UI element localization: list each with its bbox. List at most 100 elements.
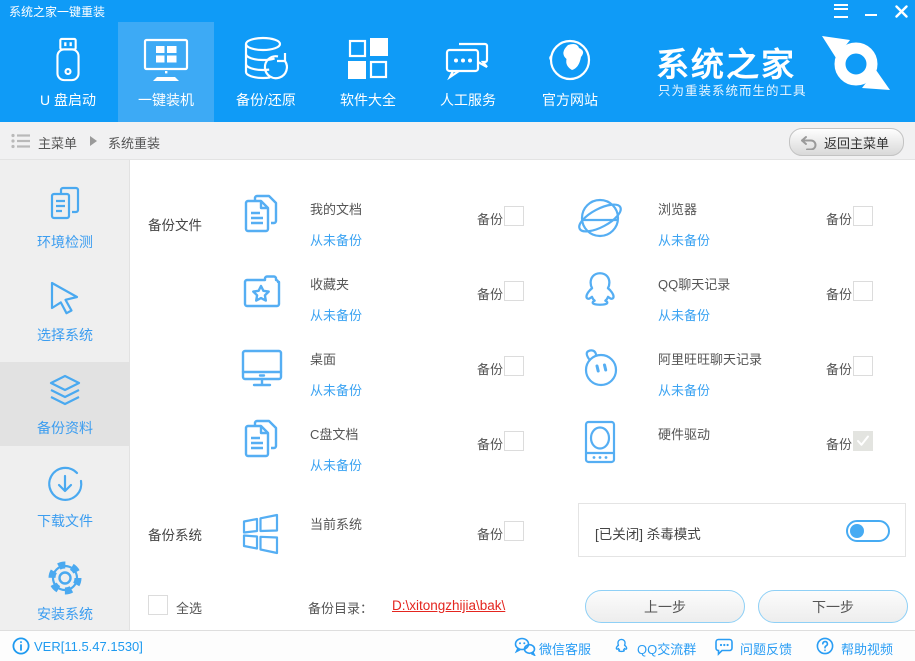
download-icon	[0, 461, 130, 509]
list-icon	[10, 132, 32, 150]
item-status[interactable]: 从未备份	[658, 380, 710, 399]
backup-dir-link[interactable]: D:\xitongzhijia\bak\	[392, 598, 505, 613]
browser-ie-icon	[574, 192, 626, 244]
window-title: 系统之家一键重装	[9, 3, 105, 20]
tab-human-service[interactable]: 人工服务	[420, 22, 516, 122]
backup-label: 备份	[477, 284, 503, 303]
backup-label: 备份	[477, 434, 503, 453]
item-status[interactable]: 从未备份	[658, 305, 710, 324]
backup-checkbox-c-drive[interactable]	[504, 431, 524, 451]
backup-label: 备份	[826, 284, 852, 303]
wangwang-icon	[574, 342, 626, 394]
documents-icon	[236, 192, 288, 244]
prev-step-button[interactable]: 上一步	[585, 590, 745, 623]
feedback-bubble-icon	[714, 638, 734, 656]
logo-swoosh-icon	[806, 28, 906, 98]
select-all-label: 全选	[176, 598, 202, 617]
menu-icon[interactable]	[833, 3, 849, 19]
version-text: VER[11.5.47.1530]	[34, 639, 143, 654]
sidebar-item-label: 选择系统	[0, 325, 130, 345]
desktop-monitor-icon	[236, 342, 288, 394]
footer-link-wechat-service[interactable]: 微信客服	[539, 639, 591, 658]
item-status[interactable]: 从未备份	[658, 230, 710, 249]
item-status[interactable]: 从未备份	[310, 230, 362, 249]
backup-files-section-label: 备份文件	[148, 214, 202, 234]
toggle-knob	[850, 524, 864, 538]
cursor-icon	[0, 275, 130, 323]
qq-penguin-icon	[574, 267, 626, 319]
item-title: C盘文档	[310, 424, 358, 443]
breadcrumb-current: 系统重装	[108, 133, 160, 152]
backup-checkbox-favorites[interactable]	[504, 281, 524, 301]
item-status[interactable]: 从未备份	[310, 455, 362, 474]
sidebar-item-label: 备份资料	[0, 418, 130, 438]
tab-software-collection[interactable]: 软件大全	[320, 22, 416, 122]
backup-label: 备份	[477, 359, 503, 378]
breadcrumb-root[interactable]: 主菜单	[38, 133, 77, 152]
back-button-label: 返回主菜单	[824, 133, 889, 152]
c-drive-docs-icon	[236, 417, 288, 469]
backup-checkbox-my-documents[interactable]	[504, 206, 524, 226]
item-title: 我的文档	[310, 199, 362, 218]
sidebar-item-label: 环境检测	[0, 232, 130, 252]
chevron-right-icon	[90, 136, 98, 146]
tab-label: 人工服务	[420, 90, 516, 110]
select-all-checkbox[interactable]	[148, 595, 168, 615]
software-squares-icon	[320, 32, 416, 88]
tab-one-click-install[interactable]: 一键装机	[118, 22, 214, 122]
footer-link-feedback[interactable]: 问题反馈	[740, 639, 792, 658]
item-status[interactable]: 从未备份	[310, 305, 362, 324]
minimize-icon[interactable]	[863, 3, 879, 19]
item-title: 阿里旺旺聊天记录	[658, 349, 762, 368]
sidebar-item-label: 下载文件	[0, 511, 130, 531]
item-title: 收藏夹	[310, 274, 349, 293]
tab-official-website[interactable]: 官方网站	[522, 22, 618, 122]
layers-icon	[0, 368, 130, 416]
breadcrumb: 主菜单 系统重装 返回主菜单	[0, 122, 915, 160]
item-title: 硬件驱动	[658, 424, 710, 443]
sidebar-item-select-system[interactable]: 选择系统	[0, 269, 130, 353]
backup-checkbox-current-system[interactable]	[504, 521, 524, 541]
qq-icon	[612, 637, 631, 657]
backup-checkbox-hardware-drivers[interactable]	[853, 431, 873, 451]
backup-checkbox-browser[interactable]	[853, 206, 873, 226]
favorites-folder-icon	[236, 267, 288, 319]
sidebar-item-label: 安装系统	[0, 604, 130, 624]
backup-checkbox-wangwang[interactable]	[853, 356, 873, 376]
tab-label: 官方网站	[522, 90, 618, 110]
logo-title: 系统之家	[656, 38, 796, 86]
titlebar: 系统之家一键重装	[0, 0, 915, 22]
tab-backup-restore[interactable]: 备份/还原	[218, 22, 314, 122]
hardware-drive-icon	[574, 417, 626, 469]
footer-link-help-video[interactable]: 帮助视频	[841, 639, 893, 658]
backup-label: 备份	[477, 524, 503, 543]
info-icon	[12, 637, 30, 655]
chat-bubbles-icon	[420, 32, 516, 88]
app-window: 系统之家一键重装 U 盘启动	[0, 0, 915, 661]
next-step-button[interactable]: 下一步	[758, 590, 908, 623]
antivirus-toggle[interactable]	[846, 520, 890, 542]
sidebar-item-backup-data[interactable]: 备份资料	[0, 362, 130, 446]
logo-tagline: 只为重装系统而生的工具	[658, 80, 807, 99]
sidebar-item-environment-check[interactable]: 环境检测	[0, 176, 130, 260]
back-to-main-menu-button[interactable]: 返回主菜单	[789, 128, 904, 156]
backup-checkbox-qq-history[interactable]	[853, 281, 873, 301]
gear-icon	[0, 554, 130, 602]
close-icon[interactable]	[893, 3, 909, 19]
item-title: 浏览器	[658, 199, 697, 218]
footer: VER[11.5.47.1530] 微信客服 QQ交流群 问题反馈	[0, 630, 915, 661]
sidebar-item-download-files[interactable]: 下载文件	[0, 455, 130, 539]
backup-label: 备份	[826, 209, 852, 228]
backup-checkbox-desktop[interactable]	[504, 356, 524, 376]
header: 系统之家一键重装 U 盘启动	[0, 0, 915, 122]
item-status[interactable]: 从未备份	[310, 380, 362, 399]
item-title: 当前系统	[310, 514, 362, 533]
sidebar-item-install-system[interactable]: 安装系统	[0, 548, 130, 632]
antivirus-mode-box: [已关闭] 杀毒模式	[578, 503, 906, 557]
help-icon	[816, 637, 834, 655]
usb-icon	[20, 32, 116, 88]
footer-link-qq-group[interactable]: QQ交流群	[637, 639, 696, 658]
windows-logo-icon	[236, 507, 288, 559]
tab-label: 软件大全	[320, 90, 416, 110]
tab-usb-boot[interactable]: U 盘启动	[20, 22, 116, 122]
